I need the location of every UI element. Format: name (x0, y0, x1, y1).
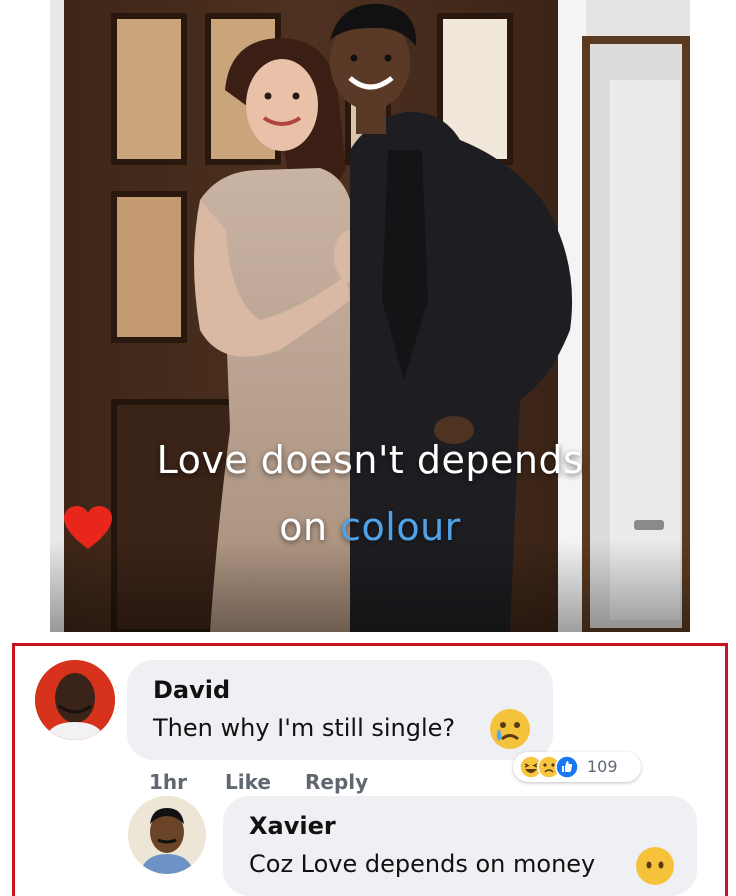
like-button[interactable]: Like (225, 770, 271, 794)
caption-line-1: Love doesn't depends (156, 438, 584, 482)
comment-timestamp: 1hr (149, 770, 188, 794)
comment-author[interactable]: David (153, 676, 230, 704)
neutral-face-icon (636, 847, 674, 885)
reply-button[interactable]: Reply (305, 770, 368, 794)
profile-picture-icon (35, 660, 115, 740)
caption-line-2: on colour (50, 505, 690, 549)
comment-text: Then why I'm still single? (153, 714, 456, 742)
caption-prefix: on (279, 505, 328, 549)
reactions-summary[interactable]: 109 (513, 752, 641, 782)
comment-bubble-xavier[interactable]: Xavier Coz Love depends on money (223, 796, 697, 896)
post-photo[interactable]: Love doesn't depends on colour (50, 0, 690, 632)
comment-author[interactable]: Xavier (249, 812, 336, 840)
like-reaction-icon (555, 755, 579, 779)
avatar-david[interactable] (35, 660, 115, 740)
heart-icon (64, 506, 112, 549)
comment-text: Coz Love depends on money (249, 850, 596, 878)
avatar-xavier[interactable] (128, 796, 206, 874)
caption-accent-word: colour (340, 505, 461, 549)
crying-face-icon (490, 709, 530, 749)
reaction-count: 109 (587, 757, 618, 776)
comments-panel: David Then why I'm still single? 1hr Lik… (12, 643, 728, 896)
comment-bubble-david[interactable]: David Then why I'm still single? (127, 660, 553, 760)
profile-picture-icon (128, 796, 206, 874)
